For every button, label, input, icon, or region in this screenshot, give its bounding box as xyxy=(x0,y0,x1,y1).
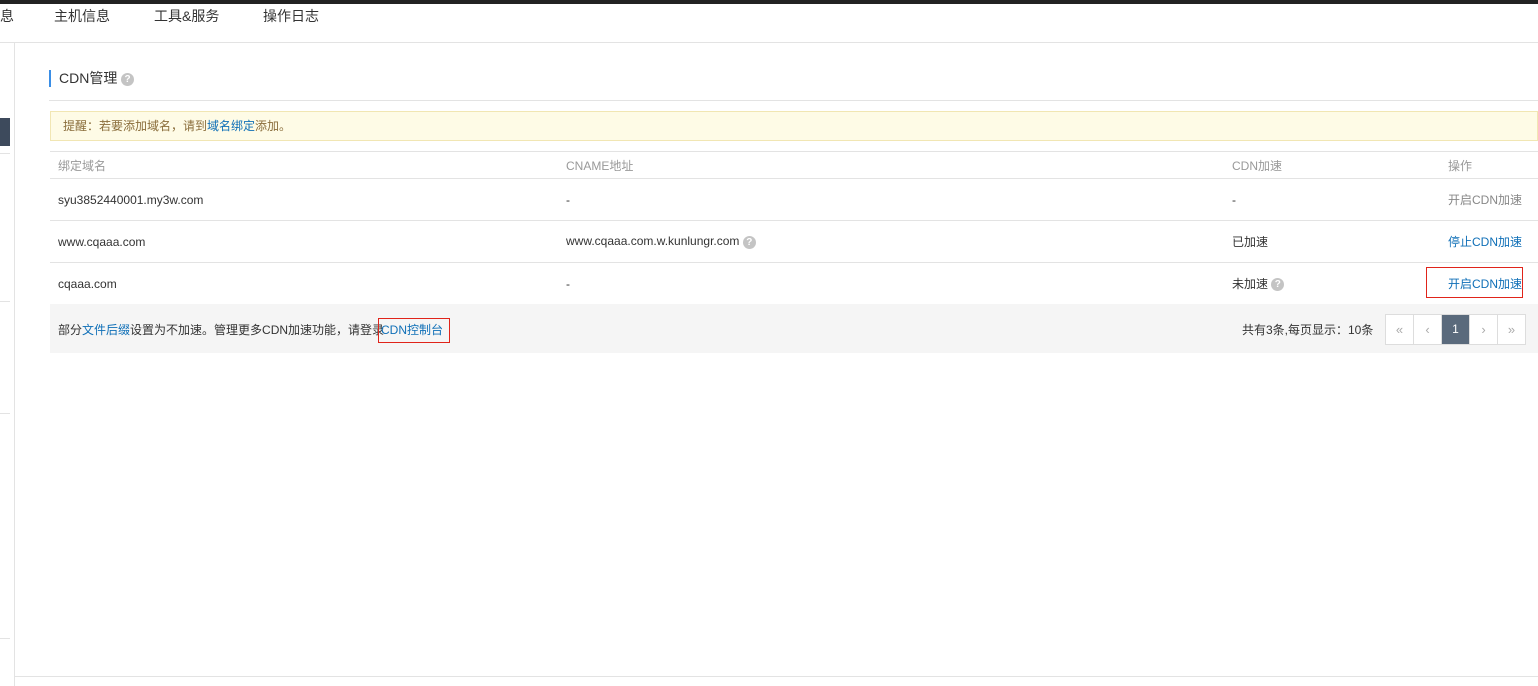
pagination-info: 共有3条,每页显示：10条 xyxy=(1242,323,1374,337)
cell-cname: - xyxy=(558,262,1224,305)
cell-action: 开启CDN加速 xyxy=(1426,262,1538,305)
footer-prefix: 部分 xyxy=(58,323,83,337)
col-header-action: 操作 xyxy=(1440,151,1538,179)
title-divider xyxy=(49,100,1538,101)
notice-banner: 提醒：若要添加域名，请到域名绑定添加。 xyxy=(50,111,1538,141)
help-icon[interactable]: ? xyxy=(121,73,134,86)
sidebar-divider xyxy=(0,153,10,154)
cell-cdn-status: - xyxy=(1224,178,1440,221)
cell-domain: www.cqaaa.com xyxy=(50,220,558,263)
col-header-cname: CNAME地址 xyxy=(558,151,1224,179)
cell-cname: - xyxy=(558,178,1224,221)
table-row: syu3852440001.my3w.com - - 开启CDN加速 xyxy=(50,178,1538,221)
cdn-status-text: 未加速 xyxy=(1232,277,1269,291)
nav-tab-info[interactable]: 息 xyxy=(0,6,14,26)
cell-action: 停止CDN加速 xyxy=(1440,220,1538,263)
cell-domain: syu3852440001.my3w.com xyxy=(50,178,558,221)
cell-cdn-status: 未加速 ? xyxy=(1224,262,1440,305)
nav-tab-tools-services[interactable]: 工具&服务 xyxy=(154,6,219,26)
file-suffix-link[interactable]: 文件后缀 xyxy=(82,323,130,337)
sidebar-active-item[interactable] xyxy=(0,118,10,146)
left-sidebar xyxy=(0,43,15,686)
top-nav: 息 主机信息 工具&服务 操作日志 xyxy=(0,4,1538,43)
table-header: 绑定域名 CNAME地址 CDN加速 操作 xyxy=(50,151,1538,179)
cdn-console-link[interactable]: CDN控制台 xyxy=(378,318,450,343)
help-icon[interactable]: ? xyxy=(1271,278,1285,292)
cell-domain: cqaaa.com xyxy=(50,262,558,305)
next-page-button[interactable]: › xyxy=(1470,315,1498,344)
table-row: cqaaa.com - 未加速 ? 开启CDN加速 xyxy=(50,262,1538,305)
sidebar-divider xyxy=(0,413,10,414)
col-header-cdn: CDN加速 xyxy=(1224,151,1440,179)
notice-suffix: 添加。 xyxy=(255,119,292,133)
first-page-button[interactable]: « xyxy=(1386,315,1414,344)
cell-action: 开启CDN加速 xyxy=(1440,178,1538,221)
stop-cdn-button[interactable]: 停止CDN加速 xyxy=(1448,235,1522,249)
cdn-table: 绑定域名 CNAME地址 CDN加速 操作 syu3852440001.my3w… xyxy=(50,151,1538,305)
table-row: www.cqaaa.com www.cqaaa.com.w.kunlungr.c… xyxy=(50,220,1538,263)
prev-page-button[interactable]: ‹ xyxy=(1414,315,1442,344)
help-icon[interactable]: ? xyxy=(742,235,756,249)
footer-text: 部分文件后缀设置为不加速。管理更多CDN加速功能，请登录 xyxy=(58,321,384,338)
notice-text: 提醒：若要添加域名，请到 xyxy=(63,119,208,133)
nav-tab-operation-log[interactable]: 操作日志 xyxy=(263,6,319,26)
bottom-divider xyxy=(14,676,1538,677)
sidebar-divider xyxy=(0,638,10,639)
last-page-button[interactable]: » xyxy=(1498,315,1525,344)
cell-cname: www.cqaaa.com.w.kunlungr.com ? xyxy=(558,220,1224,263)
highlight-box xyxy=(1426,267,1523,298)
pagination: « ‹ 1 › » xyxy=(1385,314,1526,345)
enable-cdn-button[interactable]: 开启CDN加速 xyxy=(1448,193,1522,207)
domain-binding-link[interactable]: 域名绑定 xyxy=(207,119,255,133)
nav-tab-host-info[interactable]: 主机信息 xyxy=(54,6,110,26)
cname-text: www.cqaaa.com.w.kunlungr.com xyxy=(566,234,740,249)
col-header-domain: 绑定域名 xyxy=(50,151,558,179)
page-1-button[interactable]: 1 xyxy=(1442,315,1470,344)
page-title: CDN管理 xyxy=(49,70,117,87)
cell-cdn-status: 已加速 xyxy=(1224,220,1440,263)
footer-mid: 设置为不加速。管理更多CDN加速功能，请登录 xyxy=(130,323,385,337)
sidebar-divider xyxy=(0,301,10,302)
table-footer: 部分文件后缀设置为不加速。管理更多CDN加速功能，请登录 CDN控制台 共有3条… xyxy=(50,304,1538,353)
